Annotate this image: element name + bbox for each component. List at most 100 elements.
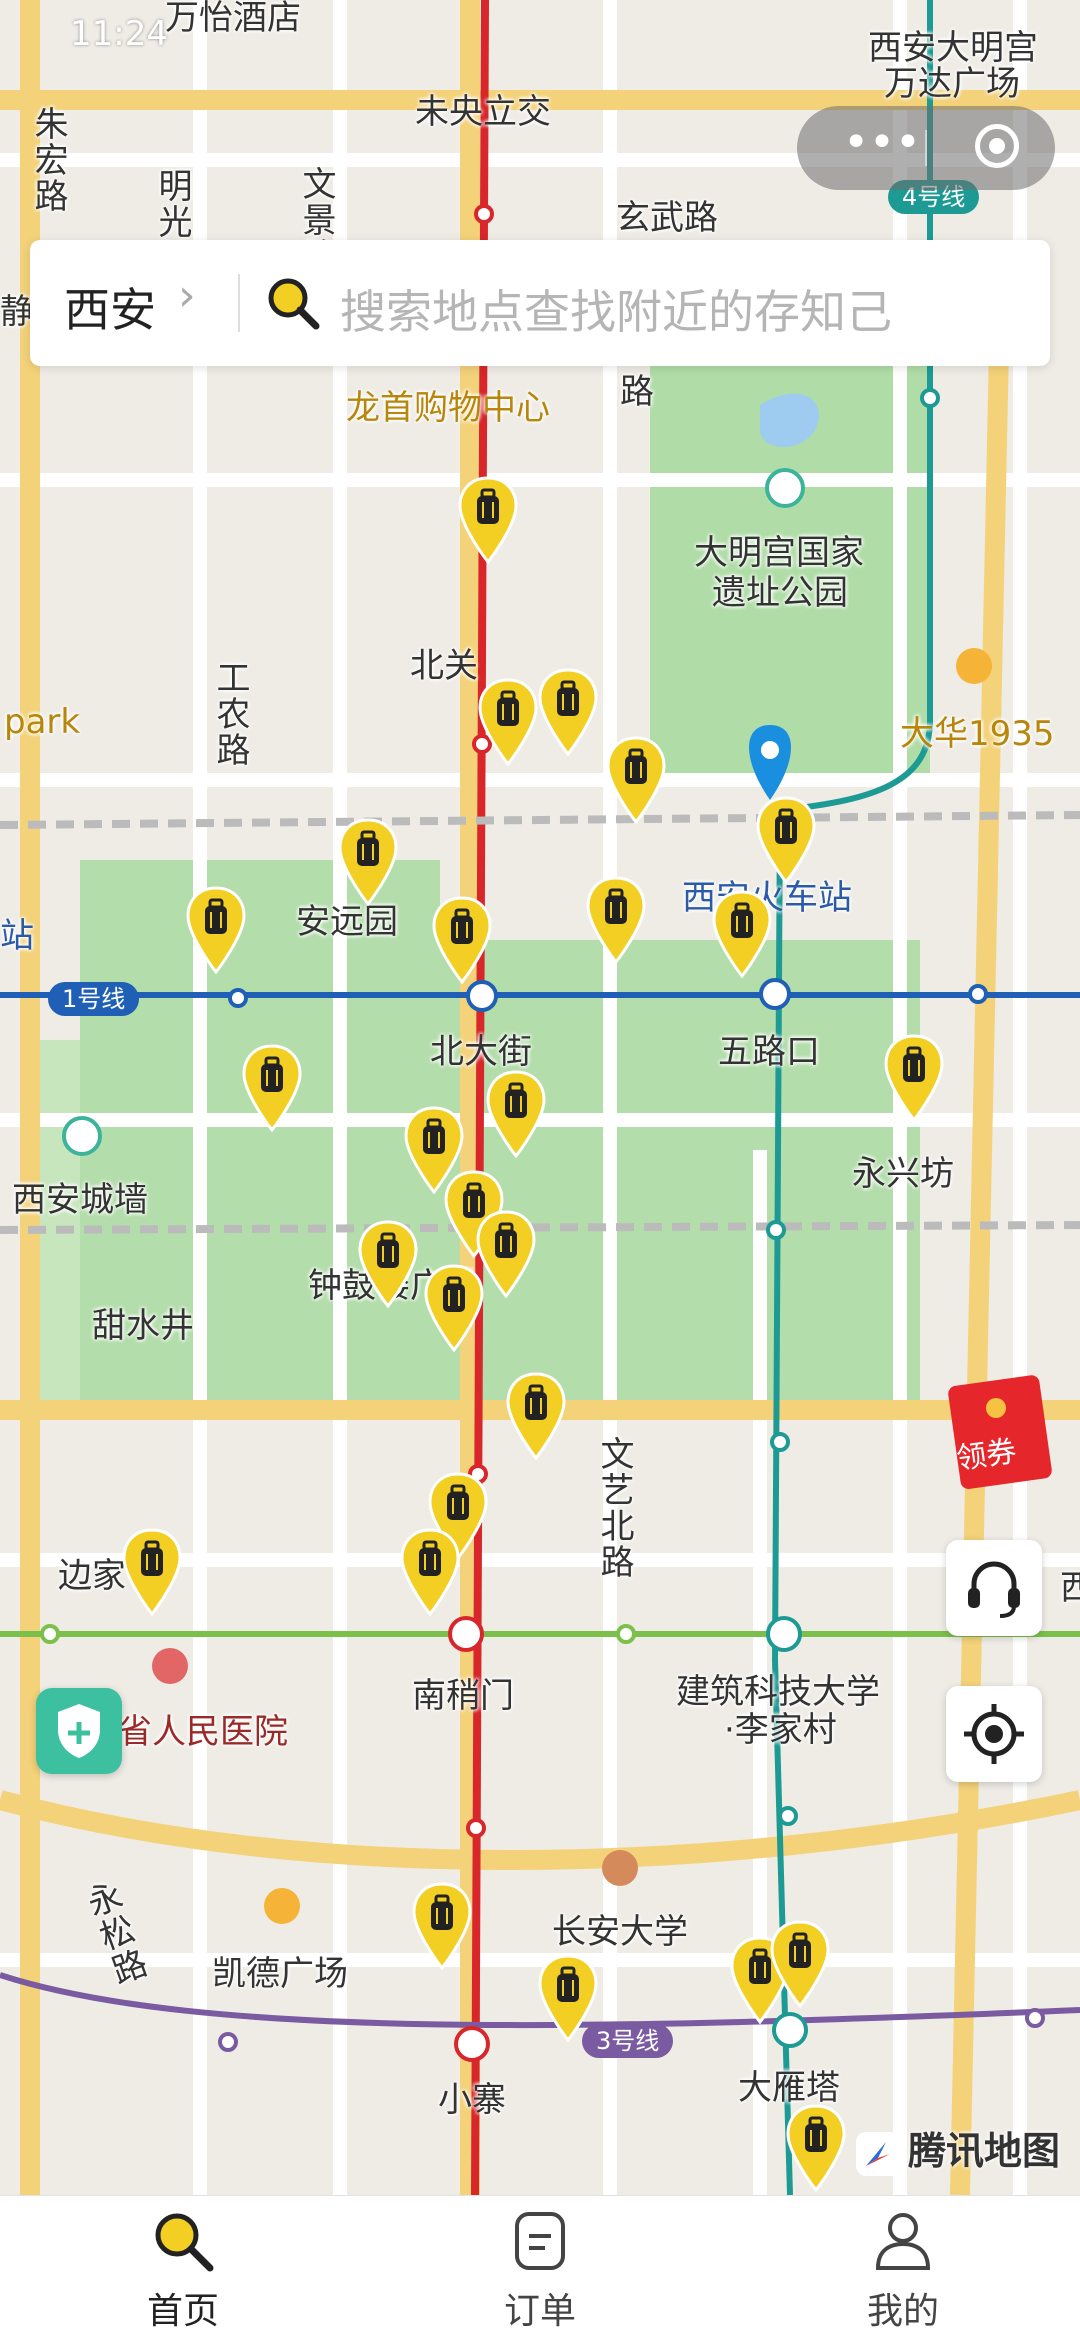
- tencent-map-logo-icon: [856, 2131, 900, 2176]
- luggage-storage-pin[interactable]: [785, 2104, 847, 2192]
- luggage-storage-pin[interactable]: [585, 876, 647, 964]
- current-location-marker: [749, 725, 791, 800]
- map-label: 大雁塔: [738, 2068, 840, 2108]
- map-label: 边家: [58, 1556, 126, 1596]
- luggage-storage-pin[interactable]: [505, 1372, 567, 1460]
- luggage-icon: [424, 1264, 484, 1352]
- coupon-label: 领券: [954, 1433, 1019, 1477]
- luggage-storage-pin[interactable]: [537, 1954, 599, 2042]
- luggage-storage-pin[interactable]: [411, 1882, 473, 1970]
- map-label: 永兴坊: [852, 1154, 954, 1194]
- tab-profile[interactable]: 我的: [780, 2196, 1020, 2341]
- luggage-icon: [606, 736, 666, 824]
- miniprogram-capsule: •••: [797, 106, 1055, 190]
- luggage-icon: [712, 890, 772, 978]
- luggage-storage-pin[interactable]: [423, 1264, 485, 1352]
- luggage-icon: [412, 1882, 472, 1970]
- map-label: 北关: [410, 646, 478, 686]
- headset-icon: [968, 1561, 1020, 1618]
- luggage-storage-pin[interactable]: [477, 678, 539, 766]
- luggage-storage-pin[interactable]: [185, 886, 247, 974]
- luggage-icon: [432, 896, 492, 984]
- luggage-storage-pin[interactable]: [883, 1034, 945, 1122]
- luggage-storage-pin[interactable]: [399, 1528, 461, 1616]
- luggage-icon: [242, 1044, 302, 1132]
- luggage-storage-pin[interactable]: [357, 1220, 419, 1308]
- metro-line-badge: 1号线: [48, 982, 140, 1016]
- search-bar: 西安 › 搜索地点查找附近的存知己: [30, 240, 1050, 366]
- luggage-storage-pin[interactable]: [605, 736, 667, 824]
- luggage-icon: [786, 2104, 846, 2192]
- luggage-icon: [756, 796, 816, 884]
- more-menu-icon[interactable]: •••: [837, 121, 927, 170]
- status-bar: 11:24: [0, 0, 1080, 70]
- map-label: 龙首购物中心: [346, 388, 550, 428]
- luggage-icon: [358, 1220, 418, 1308]
- luggage-icon: [486, 1070, 546, 1158]
- locate-me-button[interactable]: [946, 1686, 1042, 1782]
- tab-label: 我的: [866, 2291, 939, 2332]
- city-selector[interactable]: 西安: [64, 274, 156, 340]
- map-label: 朱宏路: [28, 106, 68, 214]
- luggage-icon: [458, 476, 518, 564]
- map-label: 文艺北路: [594, 1436, 634, 1580]
- luggage-storage-pin[interactable]: [121, 1528, 183, 1616]
- luggage-storage-pin[interactable]: [457, 476, 519, 564]
- luggage-icon: [506, 1372, 566, 1460]
- shield-plus-icon: [58, 1704, 100, 1758]
- map-label: 凯德广场: [212, 1954, 348, 1994]
- map-label: 路: [620, 372, 654, 412]
- tab-home[interactable]: 首页: [60, 2196, 300, 2341]
- customer-service-button[interactable]: [946, 1540, 1042, 1636]
- park-poi-icon: [765, 468, 805, 508]
- map-label: 未央立交: [415, 92, 551, 132]
- luggage-storage-pin[interactable]: [537, 668, 599, 756]
- luggage-icon: [122, 1528, 182, 1616]
- map-label: 小寨: [438, 2080, 506, 2120]
- map-label: 站: [0, 916, 34, 956]
- search-icon: [155, 2213, 214, 2272]
- chevron-right-icon[interactable]: ›: [178, 270, 196, 321]
- luggage-icon: [586, 876, 646, 964]
- map-label: 南稍门: [412, 1676, 514, 1716]
- luggage-icon: [400, 1528, 460, 1616]
- search-input[interactable]: 搜索地点查找附近的存知己: [340, 276, 892, 342]
- tab-orders[interactable]: 订单: [417, 2196, 657, 2341]
- shopping-poi-icon: [264, 1888, 300, 1924]
- map-label: 大华1935: [900, 714, 1055, 754]
- map-label: 玄武路: [616, 198, 718, 238]
- coupon-button[interactable]: 领券: [946, 1372, 1056, 1492]
- luggage-icon: [186, 886, 246, 974]
- bottom-tab-bar: 首页 订单 我的: [0, 2195, 1080, 2341]
- luggage-icon: [538, 1954, 598, 2042]
- map-label: park: [4, 702, 81, 742]
- search-divider: [238, 274, 240, 332]
- close-miniprogram-icon[interactable]: [975, 124, 1019, 168]
- attribution-text: 腾讯地图: [908, 2129, 1061, 2173]
- luggage-storage-pin[interactable]: [241, 1044, 303, 1132]
- luggage-storage-pin[interactable]: [755, 796, 817, 884]
- map-label: 西安城墙: [12, 1180, 148, 1220]
- map-label: 省人民医院: [118, 1712, 288, 1752]
- luggage-storage-pin[interactable]: [431, 896, 493, 984]
- order-icon: [515, 2212, 565, 2270]
- luggage-storage-pin[interactable]: [711, 890, 773, 978]
- luggage-storage-pin[interactable]: [337, 818, 399, 906]
- map-label: 长安大学: [552, 1912, 688, 1952]
- hospital-poi-icon: [152, 1648, 188, 1684]
- luggage-icon: [478, 678, 538, 766]
- luggage-icon: [884, 1034, 944, 1122]
- map-label: 遗址公园: [712, 573, 848, 613]
- luggage-icon: [538, 668, 598, 756]
- luggage-storage-pin[interactable]: [485, 1070, 547, 1158]
- map-attribution: 腾讯地图: [856, 2120, 1060, 2176]
- safety-shield-button[interactable]: [36, 1688, 122, 1774]
- locate-icon: [964, 1704, 1024, 1764]
- luggage-storage-pin[interactable]: [769, 1920, 831, 2008]
- tab-label: 订单: [503, 2291, 576, 2332]
- mall-poi-icon: [956, 648, 992, 684]
- university-poi-icon: [602, 1850, 638, 1886]
- capsule-divider: [925, 130, 927, 166]
- luggage-icon: [770, 1920, 830, 2008]
- map-label: ·李家村: [724, 1710, 837, 1750]
